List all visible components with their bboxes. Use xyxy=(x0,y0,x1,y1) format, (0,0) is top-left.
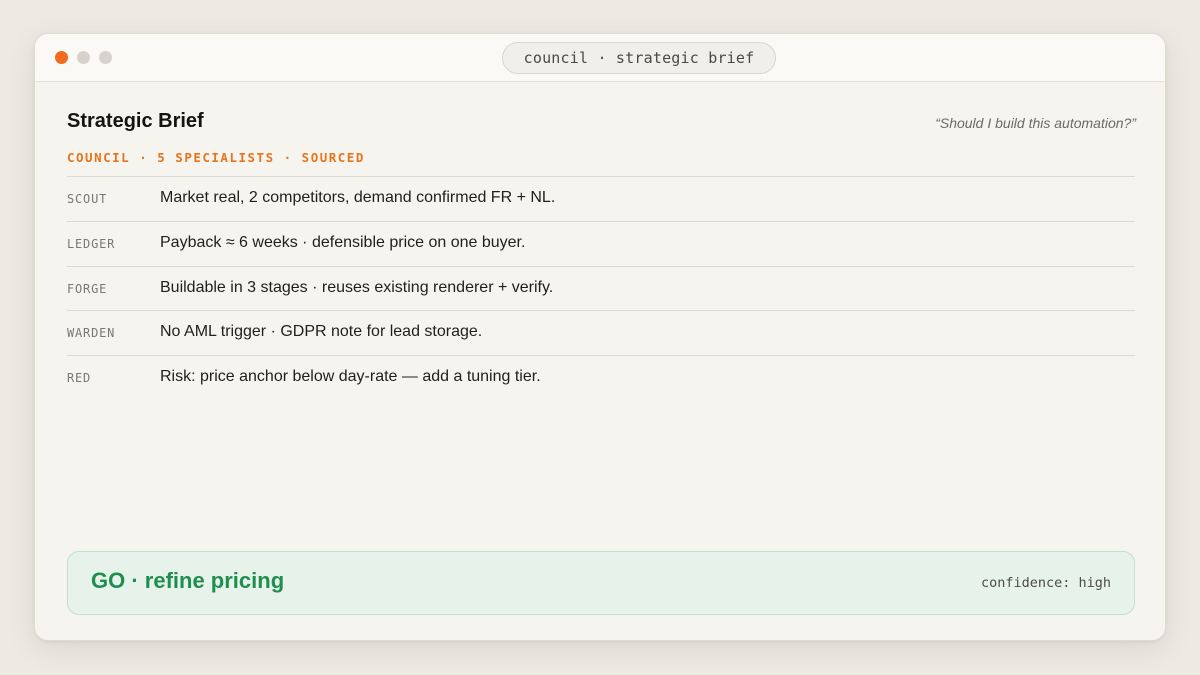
close-window-button[interactable] xyxy=(55,51,68,64)
specialist-label: FORGE xyxy=(67,281,108,296)
specialist-finding: No AML trigger · GDPR note for lead stor… xyxy=(160,323,483,341)
specialist-label: RED xyxy=(67,371,92,386)
minimize-window-button[interactable] xyxy=(77,51,90,64)
brief-question: “Should I build this automation?” xyxy=(935,115,1136,131)
specialist-row-forge: FORGE Buildable in 3 stages · reuses exi… xyxy=(67,267,1135,312)
specialist-label: WARDEN xyxy=(67,326,116,341)
specialist-label: SCOUT xyxy=(67,192,108,206)
window-title: council · strategic brief xyxy=(502,42,776,74)
specialist-row-warden: WARDEN No AML trigger · GDPR note for le… xyxy=(67,311,1135,357)
verdict-banner: GO · refine pricing confidence: high xyxy=(67,551,1135,615)
specialist-row-ledger: LEDGER Payback ≈ 6 weeks · defensible pr… xyxy=(67,222,1135,267)
specialist-row-red: RED Risk: price anchor below day-rate — … xyxy=(67,356,1135,401)
specialist-label: LEDGER xyxy=(67,236,116,251)
specialist-finding: Risk: price anchor below day-rate — add … xyxy=(160,368,541,386)
page-title: Strategic Brief xyxy=(67,110,204,132)
confidence-label: confidence: high xyxy=(980,575,1111,591)
title-bar: council · strategic brief xyxy=(35,34,1165,82)
brief-panel: Strategic Brief “Should I build this aut… xyxy=(67,82,1136,640)
specialist-list: SCOUT Market real, 2 competitors, demand… xyxy=(67,176,1135,401)
specialist-finding: Buildable in 3 stages · reuses existing … xyxy=(160,278,554,296)
maximize-window-button[interactable] xyxy=(99,51,112,64)
specialist-row-scout: SCOUT Market real, 2 competitors, demand… xyxy=(67,177,1135,222)
verdict-text: GO · refine pricing xyxy=(91,568,285,593)
specialist-finding: Market real, 2 competitors, demand confi… xyxy=(160,189,556,206)
specialist-finding: Payback ≈ 6 weeks · defensible price on … xyxy=(160,233,526,251)
app-window: council · strategic brief Strategic Brie… xyxy=(34,33,1166,641)
brief-meta: COUNCIL · 5 SPECIALISTS · SOURCED xyxy=(67,150,365,165)
